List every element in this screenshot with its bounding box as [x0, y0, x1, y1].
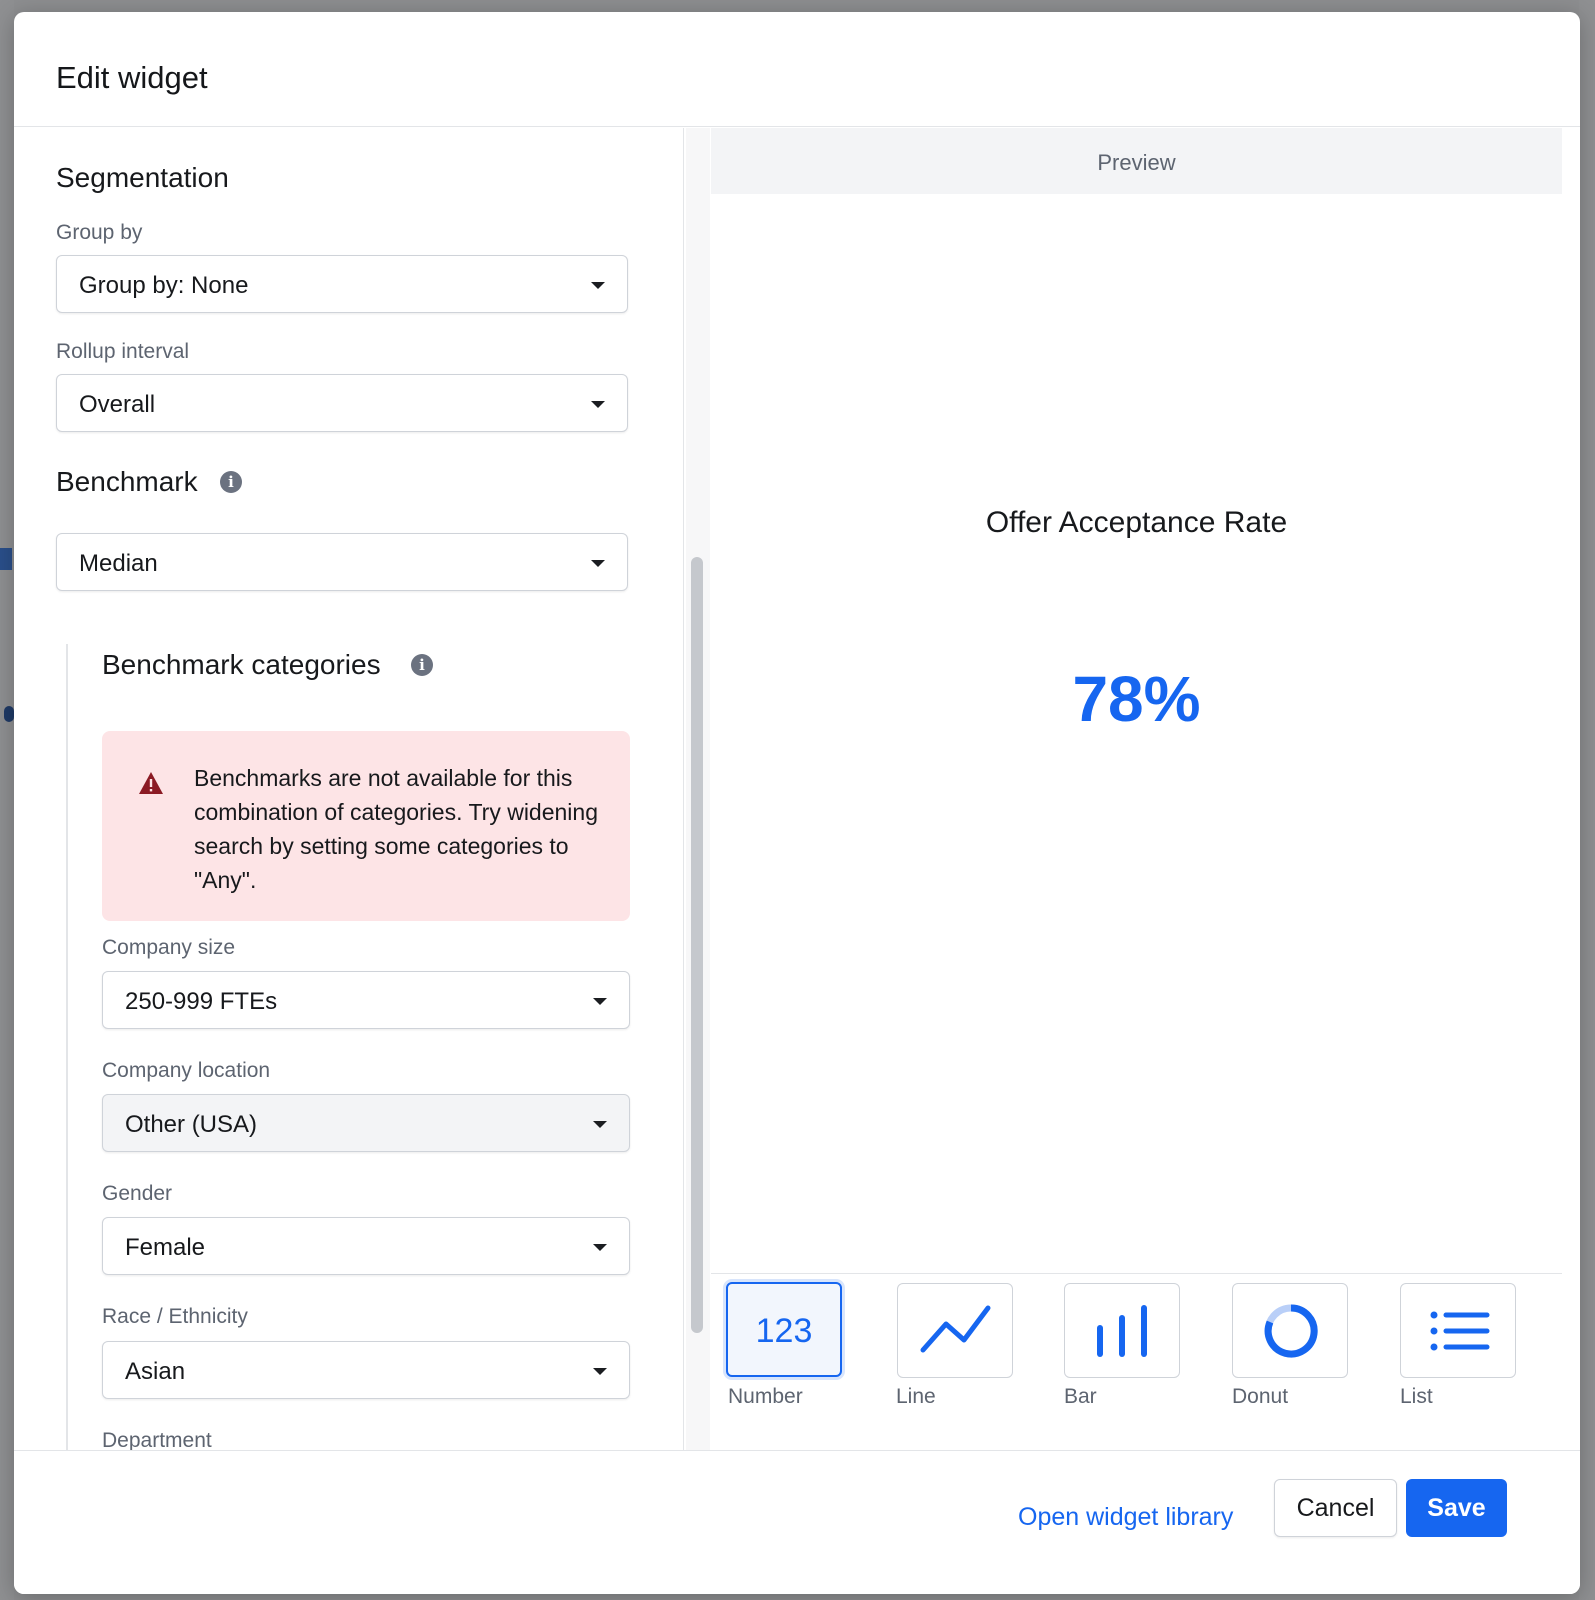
- viz-bar-label: Bar: [1064, 1385, 1097, 1408]
- viz-list-label: List: [1400, 1385, 1433, 1408]
- viz-number-label: Number: [728, 1385, 803, 1408]
- viz-line-button[interactable]: [897, 1283, 1013, 1378]
- open-widget-library-link[interactable]: Open widget library: [1018, 1503, 1233, 1532]
- race-ethnicity-value: Asian: [125, 1358, 186, 1385]
- info-icon[interactable]: i: [220, 471, 242, 493]
- gender-label: Gender: [102, 1182, 173, 1205]
- widget-title: Offer Acceptance Rate: [985, 506, 1288, 539]
- rollup-interval-label: Rollup interval: [56, 340, 190, 363]
- viz-donut-label: Donut: [1232, 1385, 1289, 1408]
- race-ethnicity-select[interactable]: Asian: [102, 1341, 630, 1399]
- viz-list-button[interactable]: [1400, 1283, 1516, 1378]
- line-chart-icon: [920, 1305, 991, 1353]
- cancel-button[interactable]: Cancel: [1274, 1479, 1397, 1537]
- segmentation-title: Segmentation: [56, 162, 229, 193]
- company-location-value: Other (USA): [125, 1111, 258, 1138]
- backdrop-edge-left: [0, 0, 14, 1600]
- settings-scrollbar-thumb[interactable]: [691, 557, 703, 1333]
- rollup-interval-select[interactable]: Overall: [56, 374, 628, 432]
- modal-title: Edit widget: [56, 60, 208, 95]
- race-ethnicity-label: Race / Ethnicity: [102, 1305, 248, 1328]
- viz-type-divider: [711, 1273, 1562, 1274]
- preview-header: Preview: [711, 128, 1562, 194]
- group-by-label: Group by: [56, 221, 143, 244]
- viz-number-button[interactable]: 123: [726, 1282, 842, 1377]
- company-size-select[interactable]: 250-999 FTEs: [102, 971, 630, 1029]
- settings-panel[interactable]: Segmentation Group by Group by: None Rol…: [14, 128, 684, 1482]
- chevron-down-icon: [591, 282, 605, 289]
- bar-chart-icon: [1097, 1305, 1147, 1357]
- benchmark-select[interactable]: Median: [56, 533, 628, 591]
- save-button[interactable]: Save: [1406, 1479, 1507, 1537]
- chevron-down-icon: [593, 998, 607, 1005]
- alert-message: Benchmarks are not available for this co…: [194, 765, 598, 893]
- group-by-select[interactable]: Group by: None: [56, 255, 628, 313]
- viz-line-label: Line: [896, 1385, 936, 1408]
- info-icon[interactable]: i: [411, 654, 433, 676]
- benchmark-categories-border: [66, 644, 68, 1482]
- modal-header: Edit widget: [14, 12, 1580, 127]
- modal-footer: Open widget library Cancel Save: [14, 1450, 1580, 1594]
- chevron-down-icon: [591, 401, 605, 408]
- list-icon: [1430, 1311, 1490, 1351]
- viz-bar-button[interactable]: [1064, 1283, 1180, 1378]
- rollup-interval-value: Overall: [79, 391, 156, 418]
- benchmark-categories-title: Benchmark categories: [102, 649, 381, 680]
- preview-label: Preview: [1097, 150, 1176, 175]
- viz-donut-button[interactable]: [1232, 1283, 1348, 1378]
- chevron-down-icon: [593, 1368, 607, 1375]
- benchmark-value: Median: [79, 550, 158, 577]
- gender-value: Female: [125, 1234, 206, 1261]
- company-size-label: Company size: [102, 936, 236, 959]
- gender-select[interactable]: Female: [102, 1217, 630, 1275]
- benchmark-unavailable-alert: Benchmarks are not available for this co…: [102, 731, 630, 921]
- donut-chart-icon: [1264, 1304, 1318, 1358]
- backdrop-dot: [4, 706, 14, 722]
- group-by-value: Group by: None: [79, 272, 249, 299]
- chevron-down-icon: [593, 1121, 607, 1128]
- company-size-value: 250-999 FTEs: [125, 988, 278, 1015]
- company-location-label: Company location: [102, 1059, 271, 1082]
- number-icon: 123: [755, 1312, 813, 1350]
- warning-icon: [139, 772, 163, 794]
- backdrop-accent-bar: [0, 548, 12, 570]
- benchmark-title: Benchmark: [56, 466, 198, 497]
- company-location-select[interactable]: Other (USA): [102, 1094, 630, 1152]
- edit-widget-modal: Edit widget Segmentation Group by Group …: [14, 12, 1580, 1594]
- widget-value: 78%: [1072, 663, 1201, 735]
- backdrop-edge-right: [1579, 0, 1595, 1600]
- chevron-down-icon: [591, 560, 605, 567]
- chevron-down-icon: [593, 1244, 607, 1251]
